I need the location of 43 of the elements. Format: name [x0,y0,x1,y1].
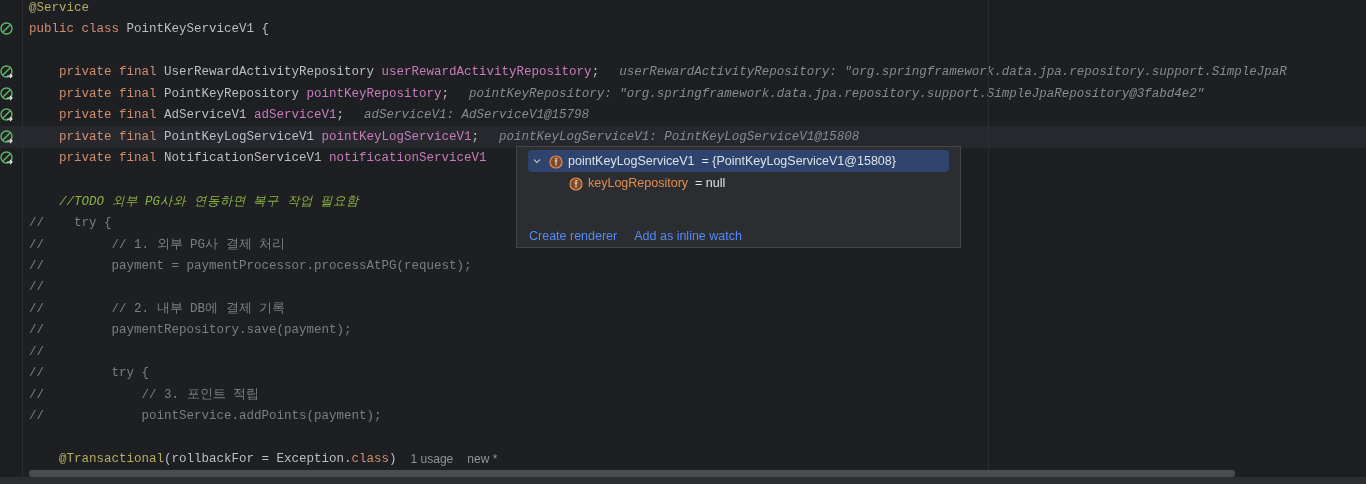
field-icon [568,175,584,191]
usages-hint[interactable]: 1 usage [410,452,454,467]
popup-link[interactable]: Add as inline watch [634,229,742,243]
code-comment: // try { [29,366,150,381]
bean-icon[interactable] [0,108,14,123]
chevron-icon[interactable] [532,156,542,166]
code-line: private final UserRewardActivityRepository userRewardActivityRepository; [58,65,600,80]
code-comment: // payment = paymentProcessor.processAtPG(request); [29,258,472,273]
code-comment: // // 1. 외부 PG사 결제 처리 [29,236,286,253]
code-line: private final PointKeyLogServiceV1 pointKeyLogServiceV1; [58,129,480,144]
code-comment: // pointService.addPoints(payment); [29,409,382,424]
popup-link[interactable]: Create renderer [529,229,618,243]
code-comment: // [29,280,44,295]
author-hint[interactable]: new * [467,452,498,467]
code-line: private final NotificationServiceV1 notificationServiceV1 [58,151,487,166]
code-line: @Service [29,0,89,15]
code-comment: // // 3. 포인트 적립 [29,387,260,404]
horizontal-scrollbar[interactable] [29,470,1235,477]
code-comment: //TODO 외부 PG사와 연동하면 복구 작업 필요함 [58,193,360,210]
code-comment: // paymentRepository.save(payment); [29,323,352,338]
inlay-hint: adServiceV1: AdServiceV1@15798 [364,108,590,123]
code-comment: // try { [29,215,112,230]
code-line: private final AdServiceV1 adServiceV1; [58,108,345,123]
variable-row[interactable]: pointKeyLogServiceV1 = {PointKeyLogServiceV1@15808} [528,150,949,172]
variable-name: keyLogRepository [588,176,689,190]
bean-icon[interactable] [0,86,14,101]
variable-value: = {PointKeyLogServiceV1@15808} [701,154,896,168]
inlay-hint: pointKeyLogServiceV1: PointKeyLogServiceV1@15808 [499,129,860,144]
code-comment: // [29,344,44,359]
variable-row[interactable]: keyLogRepository = null [528,172,949,194]
code-line: private final PointKeyRepository pointKeyRepository; [58,86,450,101]
variable-value: = null [695,176,726,190]
bean-icon[interactable] [0,22,14,37]
variable-name: pointKeyLogServiceV1 [568,154,695,168]
bean-icon[interactable] [0,129,14,144]
inlay-hint: userRewardActivityRepository: "org.springframework.data.jpa.repository.support.SimpleJpaR [619,65,1287,80]
code-line: @Transactional(rollbackFor = Exception.class) [58,452,397,467]
inlay-hint: pointKeyRepository: "org.springframework.data.jpa.repository.support.SimpleJpaRepository@3fabd4e2" [469,86,1205,101]
field-icon [548,153,564,169]
bean-icon[interactable] [0,151,14,166]
code-comment: // // 2. 내부 DB에 결제 기록 [29,301,286,318]
code-line: public class PointKeyServiceV1 { [29,22,270,37]
bean-icon[interactable] [0,65,14,80]
